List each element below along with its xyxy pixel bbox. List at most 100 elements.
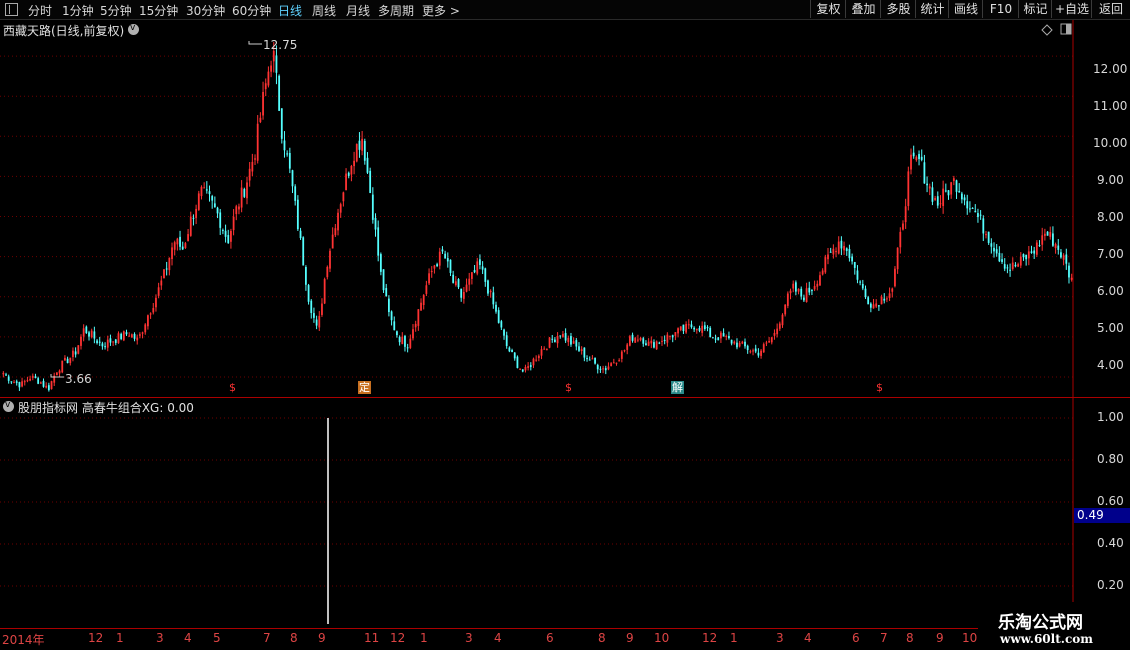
multi-stock-button[interactable]: 多股 — [880, 0, 916, 18]
candle-body — [960, 193, 963, 200]
candle-body — [631, 334, 634, 341]
y-tick-12: 12.00 — [1093, 62, 1128, 76]
candle-body — [867, 297, 870, 305]
candle-body — [663, 339, 666, 341]
period-weekly[interactable]: 周线 — [312, 2, 336, 19]
candle-body — [468, 278, 471, 285]
candle-body — [5, 374, 7, 376]
mark-button[interactable]: 标记 — [1018, 0, 1052, 18]
candle-body — [588, 359, 591, 361]
draw-line-button[interactable]: 画线 — [948, 0, 983, 18]
x-label: 12 — [390, 631, 406, 645]
event-marker-dollar[interactable]: $ — [876, 381, 883, 394]
candle-body — [669, 335, 671, 337]
candle-body — [428, 273, 430, 284]
candle-body — [931, 187, 934, 202]
candle-body — [888, 293, 891, 299]
candle-body — [2, 373, 5, 375]
window-menu-icon[interactable] — [5, 3, 18, 16]
event-marker-dollar[interactable]: $ — [565, 381, 572, 394]
y-tick-5: 5.00 — [1097, 321, 1124, 335]
candle-body — [128, 335, 131, 337]
candle-body — [851, 256, 854, 262]
candle-body — [387, 298, 390, 313]
period-1min[interactable]: 1分钟 — [62, 2, 94, 19]
candle-body — [430, 271, 433, 273]
candle-body — [211, 196, 214, 201]
period-more[interactable]: 更多 > — [422, 2, 460, 19]
candle-body — [117, 333, 120, 344]
fuquan-button[interactable]: 复权 — [810, 0, 846, 18]
ind-tick-02: 0.20 — [1097, 578, 1124, 592]
overlay-button[interactable]: 叠加 — [845, 0, 881, 18]
indicator-grid — [0, 417, 1073, 587]
event-marker-ding[interactable]: 定 — [358, 381, 371, 394]
candle-body — [754, 348, 757, 352]
candle-body — [722, 333, 725, 337]
candle-body — [80, 336, 82, 346]
f10-button[interactable]: F10 — [982, 0, 1019, 18]
candle-body — [545, 349, 548, 351]
x-axis-line — [0, 628, 978, 629]
candle-body — [674, 332, 677, 336]
candle-body — [773, 332, 776, 336]
candle-body — [321, 303, 323, 315]
candle-body — [556, 336, 559, 344]
candle-body — [829, 251, 832, 253]
period-daily[interactable]: 日线 — [278, 2, 302, 19]
candle-body — [642, 338, 645, 344]
candle-body — [682, 324, 685, 332]
event-marker-jie[interactable]: 解 — [671, 381, 684, 394]
candle-body — [26, 380, 29, 382]
candle-body — [784, 304, 787, 315]
period-60min[interactable]: 60分钟 — [232, 2, 271, 19]
candle-body — [347, 172, 350, 176]
back-button[interactable]: 返回 — [1091, 0, 1130, 18]
period-30min[interactable]: 30分钟 — [186, 2, 225, 19]
candle-body — [93, 331, 96, 339]
indicator-chart[interactable] — [0, 398, 1130, 628]
candle-body — [34, 376, 37, 379]
candle-body — [508, 347, 511, 352]
statistics-button[interactable]: 统计 — [915, 0, 949, 18]
period-5min[interactable]: 5分钟 — [100, 2, 132, 19]
y-tick-4: 4.00 — [1097, 358, 1124, 372]
candle-body — [516, 356, 519, 368]
candle-body — [361, 138, 364, 151]
candle-body — [122, 331, 125, 341]
candle-body — [420, 302, 422, 311]
candle-body — [524, 366, 527, 371]
candle-body — [326, 266, 329, 278]
period-monthly[interactable]: 月线 — [346, 2, 370, 19]
x-label: 7 — [880, 631, 888, 645]
candle-body — [495, 304, 497, 312]
candle-body — [824, 257, 827, 273]
candle-body — [583, 347, 586, 358]
candle-body — [645, 343, 647, 346]
candle-body — [741, 341, 744, 344]
add-favorite-button[interactable]: +自选 — [1051, 0, 1092, 18]
candlestick-chart[interactable] — [0, 20, 1130, 397]
ind-tick-06: 0.60 — [1097, 494, 1124, 508]
candle-body — [845, 248, 848, 251]
candle-body — [752, 350, 754, 352]
period-fenshi[interactable]: 分时 — [28, 2, 52, 19]
candle-body — [982, 218, 985, 234]
candle-body — [639, 337, 642, 341]
candle-body — [377, 227, 380, 256]
candle-body — [527, 366, 530, 368]
candle-body — [39, 382, 42, 384]
x-label: 4 — [494, 631, 502, 645]
candle-body — [647, 341, 650, 346]
candle-body — [74, 351, 77, 355]
period-multi[interactable]: 多周期 — [378, 2, 414, 19]
event-marker-dollar[interactable]: $ — [229, 381, 236, 394]
candle-body — [985, 234, 987, 236]
candle-body — [971, 207, 974, 209]
candle-body — [679, 326, 682, 331]
y-tick-7: 7.00 — [1097, 247, 1124, 261]
candle-body — [444, 253, 447, 259]
candle-body — [29, 378, 32, 381]
y-tick-9: 9.00 — [1097, 173, 1124, 187]
period-15min[interactable]: 15分钟 — [139, 2, 178, 19]
